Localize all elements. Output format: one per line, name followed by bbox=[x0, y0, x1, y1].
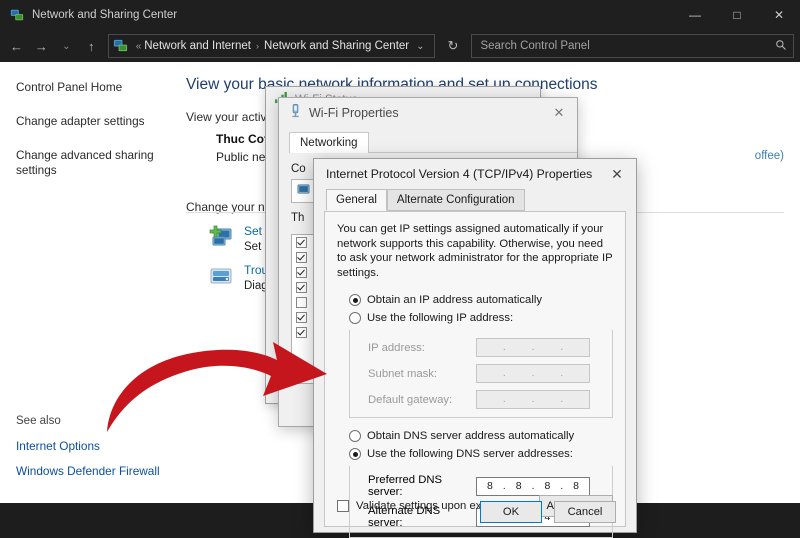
radio-label: Use the following IP address: bbox=[367, 312, 513, 324]
tab-networking[interactable]: Networking bbox=[289, 132, 369, 153]
close-button[interactable]: ✕ bbox=[758, 0, 800, 30]
field-label: IP address: bbox=[368, 342, 476, 354]
breadcrumb-item-network-and-internet[interactable]: Network and Internet bbox=[144, 40, 251, 52]
breadcrumb[interactable]: « Network and Internet › Network and Sha… bbox=[108, 34, 435, 58]
checkbox-icon[interactable] bbox=[296, 267, 307, 278]
setup-connection-icon bbox=[208, 224, 236, 252]
radio-use-following-dns[interactable]: Use the following DNS server addresses: bbox=[349, 448, 613, 460]
network-icon bbox=[10, 8, 24, 22]
radio-icon[interactable] bbox=[349, 312, 361, 324]
back-button[interactable]: ← bbox=[4, 33, 29, 59]
dialog-footer: OK Cancel bbox=[314, 494, 636, 532]
troubleshoot-icon bbox=[208, 263, 236, 291]
maximize-button[interactable]: □ bbox=[716, 0, 758, 30]
checkbox-icon[interactable] bbox=[296, 312, 307, 323]
see-also-title: See also bbox=[16, 415, 160, 427]
field-label: Default gateway: bbox=[368, 394, 476, 406]
ipv4-titlebar: Internet Protocol Version 4 (TCP/IPv4) P… bbox=[314, 159, 636, 189]
see-also-section: See also Internet Options Windows Defend… bbox=[16, 415, 160, 489]
forward-button[interactable]: → bbox=[29, 33, 54, 59]
network-connection-link[interactable]: offee) bbox=[755, 150, 784, 162]
dot-separator: . bbox=[560, 368, 563, 379]
ipv4-general-panel: You can get IP settings assigned automat… bbox=[324, 211, 626, 527]
window-title: Network and Sharing Center bbox=[32, 9, 177, 21]
radio-label: Use the following DNS server addresses: bbox=[367, 448, 573, 460]
octet-1: 8 bbox=[477, 480, 503, 492]
adapter-icon bbox=[297, 183, 310, 199]
see-also-item-windows-defender-firewall[interactable]: Windows Defender Firewall bbox=[16, 464, 160, 478]
radio-obtain-dns-automatically[interactable]: Obtain DNS server address automatically bbox=[349, 430, 613, 442]
up-button[interactable]: ↑ bbox=[79, 33, 104, 59]
sidebar-item-change-adapter-settings[interactable]: Change adapter settings bbox=[16, 114, 166, 129]
subnet-mask-input[interactable]: . . . bbox=[476, 364, 590, 383]
checkbox-icon[interactable] bbox=[296, 327, 307, 338]
field-ip-address: IP address: . . . bbox=[368, 338, 604, 357]
wifi-properties-tabstrip: Networking bbox=[289, 132, 577, 153]
default-gateway-input[interactable]: . . . bbox=[476, 390, 590, 409]
ok-button[interactable]: OK bbox=[480, 501, 542, 523]
dot-separator: . bbox=[503, 368, 506, 379]
radio-icon[interactable] bbox=[349, 294, 361, 306]
recent-locations-icon[interactable]: ⌄ bbox=[54, 33, 79, 59]
field-subnet-mask: Subnet mask: . . . bbox=[368, 364, 604, 383]
chevron-down-icon[interactable]: ⌄ bbox=[409, 41, 431, 52]
search-box[interactable] bbox=[471, 34, 794, 58]
radio-icon[interactable] bbox=[349, 430, 361, 442]
field-default-gateway: Default gateway: . . . bbox=[368, 390, 604, 409]
window-titlebar: Network and Sharing Center — □ ✕ bbox=[0, 0, 800, 30]
search-input[interactable] bbox=[478, 39, 775, 53]
see-also-item-internet-options[interactable]: Internet Options bbox=[16, 439, 160, 453]
checkbox-icon[interactable] bbox=[296, 237, 307, 248]
ipv4-intro-text: You can get IP settings assigned automat… bbox=[337, 222, 613, 280]
dot-separator: . bbox=[503, 342, 506, 353]
field-label: Subnet mask: bbox=[368, 368, 476, 380]
ipv4-dialog-title: Internet Protocol Version 4 (TCP/IPv4) P… bbox=[326, 167, 592, 181]
octet-3: 8 bbox=[534, 480, 560, 492]
dot-separator: . bbox=[532, 394, 535, 405]
dot-separator: . bbox=[560, 342, 563, 353]
radio-label: Obtain an IP address automatically bbox=[367, 294, 542, 306]
dot-separator: . bbox=[560, 394, 563, 405]
dot-separator: . bbox=[532, 368, 535, 379]
breadcrumb-network-icon bbox=[113, 38, 129, 54]
network-adapter-icon bbox=[289, 103, 302, 123]
minimize-button[interactable]: — bbox=[674, 0, 716, 30]
ipv4-tabstrip: General Alternate Configuration bbox=[326, 189, 636, 211]
radio-icon[interactable] bbox=[349, 448, 361, 460]
dot-separator: . bbox=[532, 342, 535, 353]
checkbox-icon[interactable] bbox=[296, 282, 307, 293]
sidebar-item-control-panel-home[interactable]: Control Panel Home bbox=[16, 80, 166, 95]
radio-use-following-ip[interactable]: Use the following IP address: bbox=[349, 312, 613, 324]
preferred-dns-input[interactable]: 8. 8. 8. 8 bbox=[476, 477, 590, 496]
dot-separator: . bbox=[503, 394, 506, 405]
tab-alternate-configuration[interactable]: Alternate Configuration bbox=[387, 189, 525, 211]
radio-obtain-ip-automatically[interactable]: Obtain an IP address automatically bbox=[349, 294, 613, 306]
ipv4-properties-dialog[interactable]: Internet Protocol Version 4 (TCP/IPv4) P… bbox=[313, 158, 637, 533]
ip-address-input[interactable]: . . . bbox=[476, 338, 590, 357]
address-bar: ← → ⌄ ↑ « Network and Internet › Network… bbox=[0, 30, 800, 62]
octet-2: 8 bbox=[506, 480, 532, 492]
window-controls: — □ ✕ bbox=[674, 0, 800, 30]
wifi-properties-title: Wi-Fi Properties bbox=[309, 106, 399, 120]
tab-general[interactable]: General bbox=[326, 189, 387, 211]
ip-address-group: IP address: . . . Subnet mask: . . . D bbox=[349, 330, 613, 418]
close-icon[interactable]: ✕ bbox=[598, 166, 636, 183]
checkbox-icon[interactable] bbox=[296, 297, 307, 308]
wifi-properties-close-icon[interactable]: ✕ bbox=[541, 105, 577, 121]
cancel-button[interactable]: Cancel bbox=[554, 501, 616, 523]
breadcrumb-item-network-and-sharing-center[interactable]: Network and Sharing Center bbox=[264, 40, 409, 52]
search-icon bbox=[775, 39, 787, 54]
sidebar: Control Panel Home Change adapter settin… bbox=[0, 62, 182, 503]
radio-label: Obtain DNS server address automatically bbox=[367, 430, 574, 442]
breadcrumb-separator-icon: › bbox=[256, 41, 259, 51]
breadcrumb-overflow[interactable]: « bbox=[136, 41, 142, 52]
wifi-properties-titlebar: Wi-Fi Properties ✕ bbox=[279, 98, 577, 128]
refresh-button[interactable]: ↻ bbox=[441, 38, 466, 54]
octet-4: 8 bbox=[563, 480, 589, 492]
sidebar-item-change-advanced-sharing-settings[interactable]: Change advanced sharing settings bbox=[16, 148, 166, 178]
checkbox-icon[interactable] bbox=[296, 252, 307, 263]
